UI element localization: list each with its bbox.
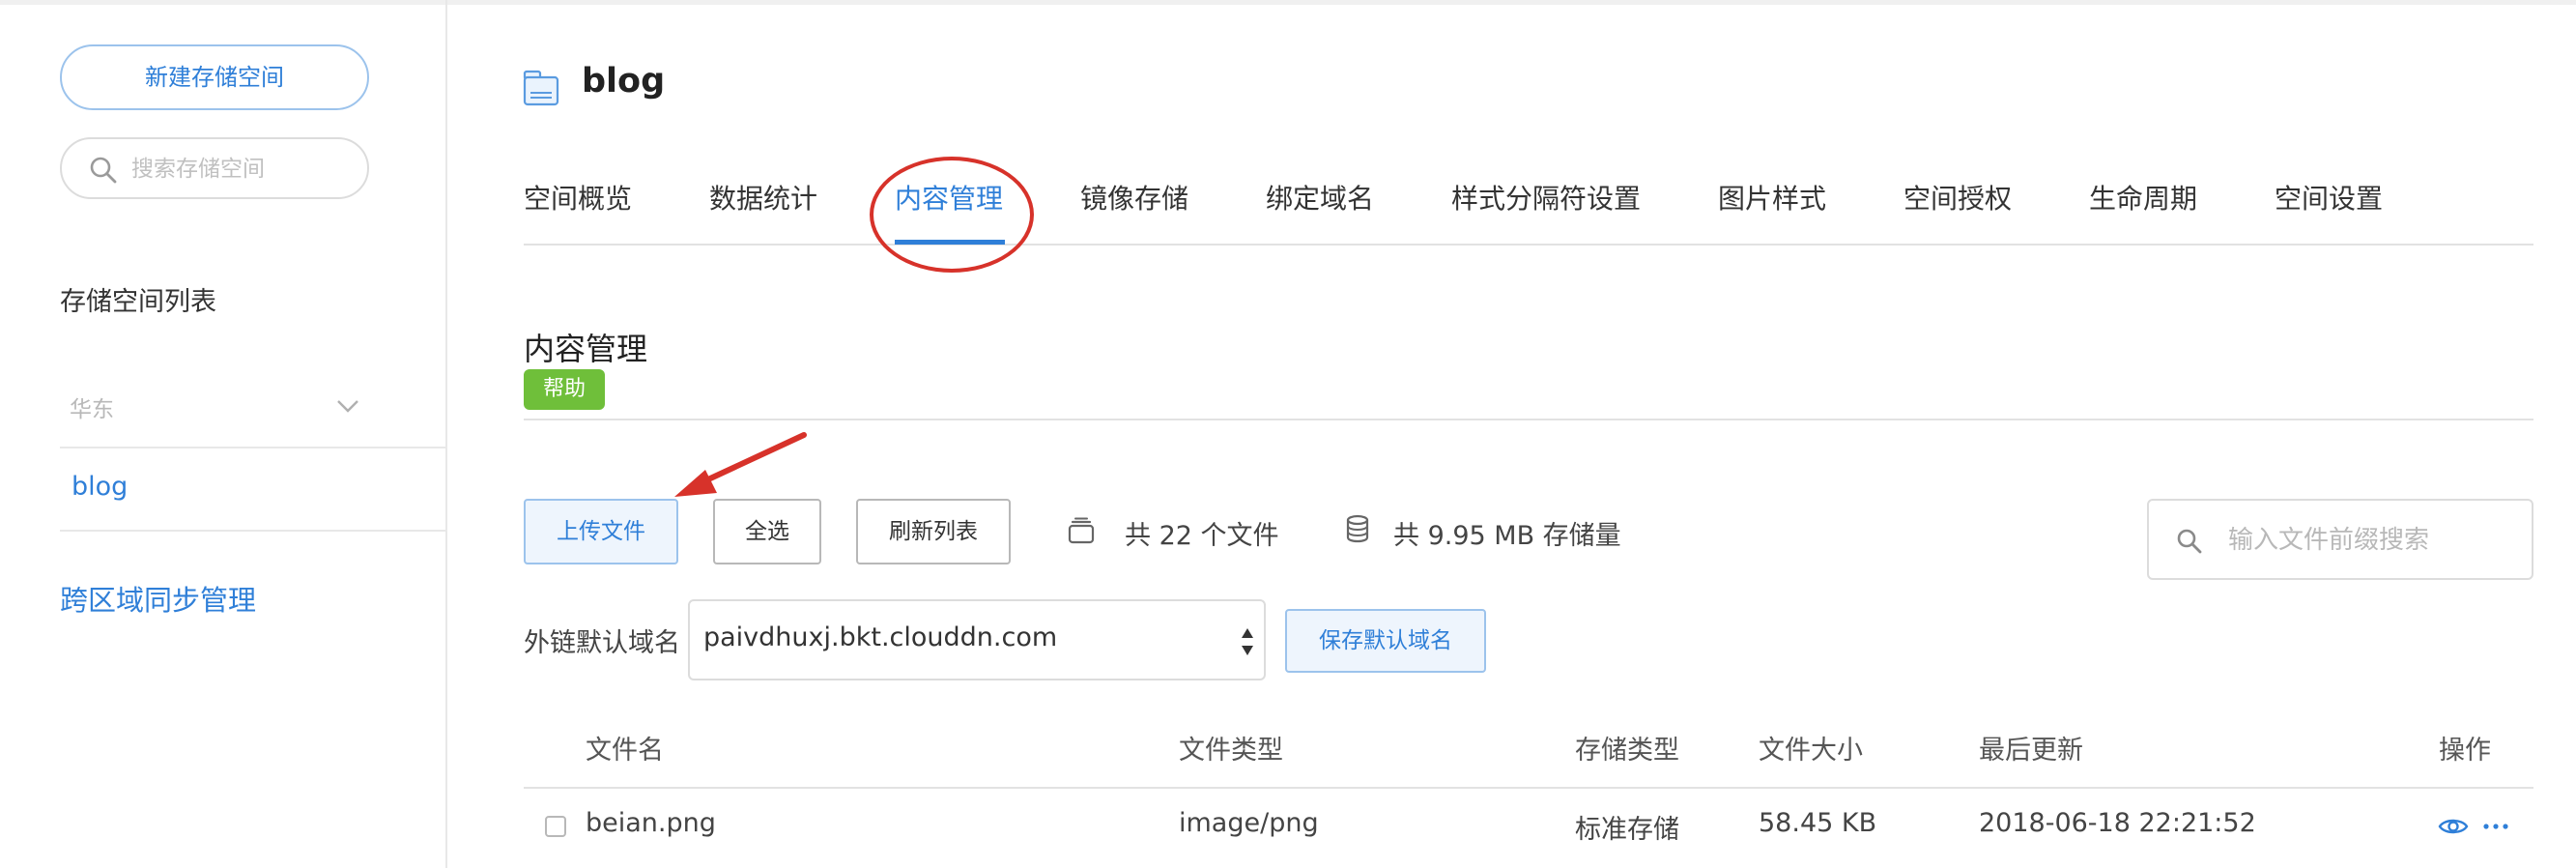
section-divider — [524, 419, 2533, 420]
tab-bind-domain[interactable]: 绑定域名 — [1266, 178, 1374, 217]
cross-region-sync-link[interactable]: 跨区域同步管理 — [60, 578, 256, 619]
bucket-search[interactable] — [60, 137, 369, 199]
file-updated: 2018-06-18 22:21:52 — [1979, 808, 2256, 838]
select-all-button[interactable]: 全选 — [713, 499, 821, 564]
region-selector[interactable]: 华东 — [60, 383, 446, 448]
default-domain-label: 外链默认域名 — [524, 628, 680, 658]
preview-eye-icon[interactable] — [2437, 810, 2470, 843]
save-default-domain-button[interactable]: 保存默认域名 — [1285, 609, 1486, 673]
file-type: image/png — [1179, 808, 1319, 838]
section-title: 内容管理 — [524, 331, 648, 367]
tab-authorization[interactable]: 空间授权 — [1903, 178, 2012, 217]
file-prefix-search-input[interactable] — [2228, 520, 2518, 561]
column-header-type: 文件类型 — [1179, 736, 1283, 766]
tab-style-separator[interactable]: 样式分隔符设置 — [1451, 178, 1641, 217]
default-domain-value: paivdhuxj.bkt.clouddn.com — [703, 622, 1058, 652]
annotation-arrow — [674, 432, 807, 497]
column-header-name[interactable]: 文件名 — [586, 729, 664, 767]
upload-file-button[interactable]: 上传文件 — [524, 499, 678, 564]
storage-usage: 共 9.95 MB 存储量 — [1393, 521, 1621, 551]
tab-overview[interactable]: 空间概览 — [524, 178, 632, 217]
bucket-search-input[interactable] — [131, 149, 359, 189]
file-name[interactable]: beian.png — [586, 808, 716, 838]
select-arrows-icon — [1242, 628, 1253, 655]
column-header-storage-type: 存储类型 — [1575, 736, 1679, 766]
more-options-icon[interactable] — [2479, 810, 2512, 843]
tab-image-style[interactable]: 图片样式 — [1718, 178, 1826, 217]
tab-settings[interactable]: 空间设置 — [2275, 178, 2383, 217]
file-storage-type: 标准存储 — [1575, 815, 1679, 845]
help-badge[interactable]: 帮助 — [524, 369, 605, 410]
table-row: beian.png image/png 标准存储 58.45 KB 2018-0… — [524, 789, 2533, 868]
file-size: 58.45 KB — [1759, 808, 1877, 838]
bucket-list-title: 存储空间列表 — [60, 287, 216, 317]
search-icon — [2177, 529, 2202, 554]
refresh-list-button[interactable]: 刷新列表 — [856, 499, 1011, 564]
file-prefix-search[interactable] — [2147, 499, 2533, 580]
region-label: 华东 — [70, 397, 114, 422]
annotation-circle — [870, 157, 1034, 273]
files-icon — [1068, 517, 1095, 544]
tab-statistics[interactable]: 数据统计 — [709, 178, 817, 217]
column-header-size[interactable]: 文件大小 — [1759, 729, 1863, 767]
bucket-icon — [523, 70, 559, 106]
sidebar: 新建存储空间 存储空间列表 华东 blog 跨区域同步管理 — [0, 0, 447, 868]
database-icon — [1346, 514, 1369, 543]
row-checkbox[interactable] — [545, 816, 566, 837]
page-title: blog — [582, 62, 666, 101]
column-header-actions: 操作 — [2439, 736, 2491, 766]
new-bucket-button[interactable]: 新建存储空间 — [60, 44, 369, 110]
tab-bar: 空间概览 数据统计 内容管理 镜像存储 绑定域名 样式分隔符设置 图片样式 空间… — [524, 164, 2533, 246]
default-domain-select[interactable]: paivdhuxj.bkt.clouddn.com — [688, 599, 1266, 680]
chevron-down-icon — [337, 400, 358, 413]
table-header: 文件名 文件类型 存储类型 文件大小 最后更新 操作 — [524, 723, 2533, 789]
column-header-updated[interactable]: 最后更新 — [1979, 729, 2083, 767]
file-count: 共 22 个文件 — [1125, 521, 1279, 551]
tab-lifecycle[interactable]: 生命周期 — [2089, 178, 2197, 217]
tab-mirror-storage[interactable]: 镜像存储 — [1080, 178, 1188, 217]
sidebar-item-label: blog — [72, 472, 129, 502]
sidebar-item-blog[interactable]: blog — [60, 448, 446, 532]
search-icon — [90, 157, 117, 184]
